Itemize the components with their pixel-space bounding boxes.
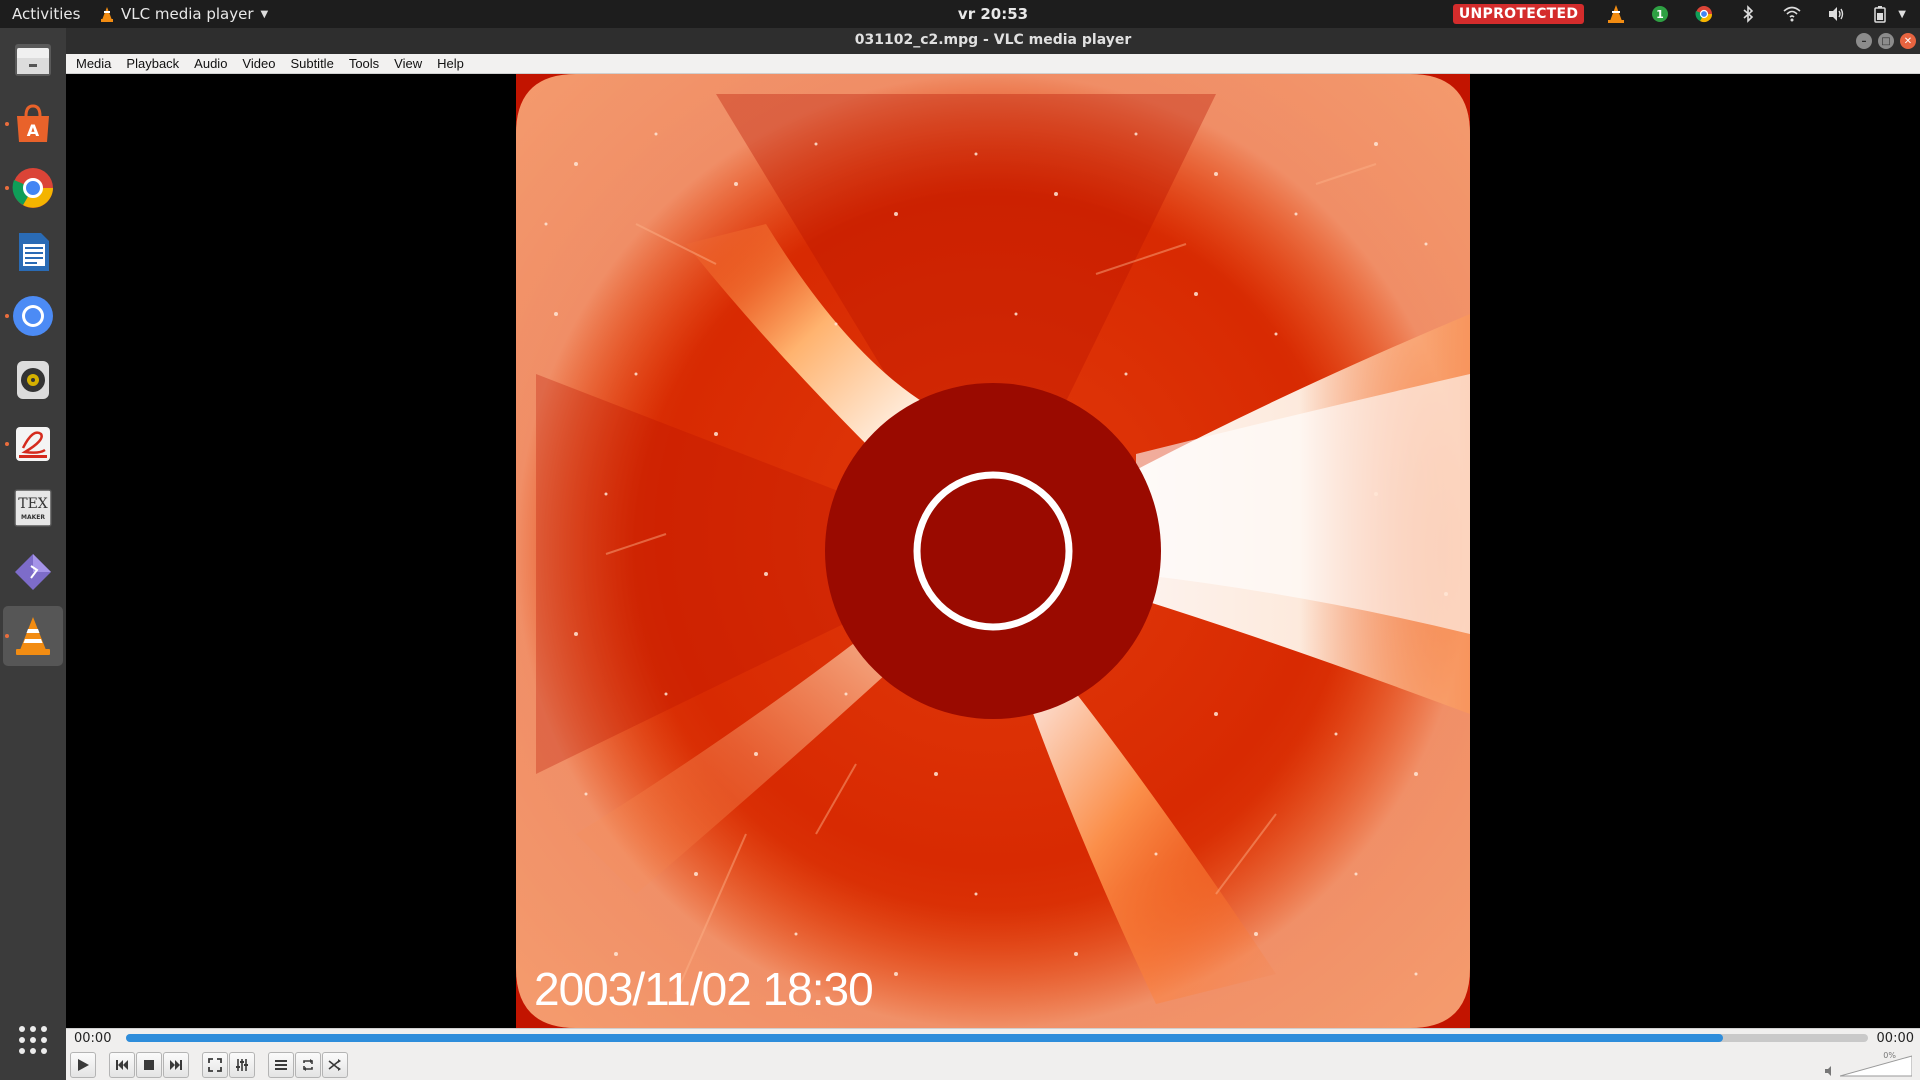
dock-item-software[interactable]: A bbox=[3, 94, 63, 154]
system-menu-chevron-icon[interactable]: ▼ bbox=[1898, 9, 1906, 20]
dock-item-pdf-viewer[interactable] bbox=[3, 414, 63, 474]
volume-control[interactable]: 0% bbox=[1822, 1051, 1914, 1079]
dock-item-texmaker[interactable]: TEX MAKER bbox=[3, 478, 63, 538]
previous-button[interactable] bbox=[109, 1052, 135, 1078]
vlc-cone-icon bbox=[101, 7, 113, 22]
stop-icon bbox=[144, 1060, 154, 1070]
dock-item-chrome[interactable] bbox=[3, 158, 63, 218]
svg-text:MAKER: MAKER bbox=[21, 514, 45, 521]
app-menu[interactable]: VLC media player ▼ bbox=[100, 5, 268, 23]
menu-view[interactable]: View bbox=[394, 56, 422, 71]
video-frame: 2003/11/02 18:30 bbox=[516, 74, 1470, 1028]
diamond-app-icon bbox=[15, 554, 51, 590]
dock-item-files[interactable] bbox=[3, 30, 63, 90]
running-indicator bbox=[5, 442, 9, 446]
dock-item-writer[interactable] bbox=[3, 222, 63, 282]
speaker-icon bbox=[1825, 1066, 1831, 1076]
running-indicator bbox=[5, 122, 9, 126]
notification-count: 1 bbox=[1656, 8, 1664, 21]
texmaker-icon: TEX MAKER bbox=[14, 489, 52, 527]
window-buttons: – □ ✕ bbox=[1856, 33, 1916, 49]
menu-media[interactable]: Media bbox=[76, 56, 111, 71]
menu-bar: Media Playback Audio Video Subtitle Tool… bbox=[66, 54, 1920, 74]
running-indicator bbox=[5, 314, 9, 318]
play-icon bbox=[78, 1059, 89, 1071]
maximize-icon[interactable]: □ bbox=[1878, 33, 1894, 49]
menu-tools[interactable]: Tools bbox=[349, 56, 379, 71]
close-icon[interactable]: ✕ bbox=[1900, 33, 1916, 49]
window-title: 031102_c2.mpg - VLC media player bbox=[854, 32, 1132, 48]
dock-item-chromium[interactable] bbox=[3, 286, 63, 346]
files-icon bbox=[15, 44, 51, 76]
menu-subtitle[interactable]: Subtitle bbox=[290, 56, 333, 71]
show-applications-button[interactable] bbox=[0, 1010, 66, 1070]
loop-icon bbox=[303, 1059, 313, 1071]
coronagraph-image bbox=[516, 74, 1470, 1028]
writer-icon bbox=[19, 233, 49, 271]
software-center-icon: A bbox=[17, 104, 49, 142]
system-tray: UNPROTECTED 1 ▼ bbox=[1452, 3, 1906, 25]
menu-help[interactable]: Help bbox=[437, 56, 464, 71]
update-notification-icon[interactable]: 1 bbox=[1648, 3, 1672, 25]
svg-text:TEX: TEX bbox=[18, 496, 48, 512]
video-area[interactable]: 2003/11/02 18:30 bbox=[66, 74, 1920, 1028]
chevron-down-icon: ▼ bbox=[260, 8, 269, 20]
chrome-tray-icon[interactable] bbox=[1692, 3, 1716, 25]
wifi-icon[interactable] bbox=[1780, 3, 1804, 25]
clock[interactable]: vr 20:53 bbox=[930, 5, 1056, 23]
vlc-tray-icon[interactable] bbox=[1604, 3, 1628, 25]
activities-button[interactable]: Activities bbox=[12, 5, 80, 23]
volume-level: 0% bbox=[1883, 1051, 1896, 1060]
playlist-button[interactable] bbox=[268, 1052, 294, 1078]
shuffle-button[interactable] bbox=[322, 1052, 348, 1078]
dock-item-rhythmbox[interactable] bbox=[3, 350, 63, 410]
playlist-icon bbox=[275, 1060, 287, 1070]
volume-tray-icon[interactable] bbox=[1824, 3, 1848, 25]
running-indicator bbox=[5, 186, 9, 190]
svg-text:A: A bbox=[27, 121, 40, 140]
battery-icon[interactable] bbox=[1868, 3, 1892, 25]
next-button[interactable] bbox=[163, 1052, 189, 1078]
pdf-viewer-icon bbox=[16, 427, 50, 461]
bluetooth-icon[interactable] bbox=[1736, 3, 1760, 25]
rhythmbox-icon bbox=[17, 361, 49, 399]
volume-slider[interactable] bbox=[1840, 1055, 1912, 1077]
dock-item-diamond-app[interactable] bbox=[3, 542, 63, 602]
seek-bar[interactable] bbox=[126, 1034, 1868, 1042]
vlc-icon bbox=[16, 617, 50, 655]
seek-progress bbox=[126, 1034, 1724, 1042]
running-indicator bbox=[5, 634, 9, 638]
video-timestamp: 2003/11/02 18:30 bbox=[534, 963, 874, 1015]
equalizer-icon bbox=[236, 1059, 248, 1071]
dock-item-vlc[interactable] bbox=[3, 606, 63, 666]
menu-audio[interactable]: Audio bbox=[194, 56, 227, 71]
playback-controls: 00:00 00:00 0% bbox=[66, 1028, 1920, 1080]
total-time[interactable]: 00:00 bbox=[1877, 1031, 1914, 1046]
stop-button[interactable] bbox=[136, 1052, 162, 1078]
skip-forward-icon bbox=[170, 1060, 182, 1070]
elapsed-time[interactable]: 00:00 bbox=[74, 1031, 111, 1046]
chrome-icon bbox=[12, 168, 53, 208]
fullscreen-button[interactable] bbox=[202, 1052, 228, 1078]
control-buttons bbox=[70, 1051, 349, 1079]
top-bar: Activities VLC media player ▼ vr 20:53 U… bbox=[0, 0, 1920, 28]
app-menu-label: VLC media player bbox=[121, 5, 254, 23]
loop-button[interactable] bbox=[295, 1052, 321, 1078]
skip-back-icon bbox=[116, 1060, 128, 1070]
play-button[interactable] bbox=[70, 1052, 96, 1078]
menu-playback[interactable]: Playback bbox=[126, 56, 179, 71]
window-titlebar[interactable]: 031102_c2.mpg - VLC media player – □ ✕ bbox=[66, 28, 1920, 54]
extended-settings-button[interactable] bbox=[229, 1052, 255, 1078]
shuffle-icon bbox=[328, 1059, 341, 1071]
vpn-status-badge[interactable]: UNPROTECTED bbox=[1452, 4, 1585, 24]
chromium-icon bbox=[13, 296, 53, 336]
menu-video[interactable]: Video bbox=[242, 56, 275, 71]
show-applications-icon bbox=[19, 1026, 47, 1054]
dock: A TEX MAKER bbox=[0, 28, 66, 1080]
fullscreen-icon bbox=[208, 1058, 222, 1072]
minimize-icon[interactable]: – bbox=[1856, 33, 1872, 49]
